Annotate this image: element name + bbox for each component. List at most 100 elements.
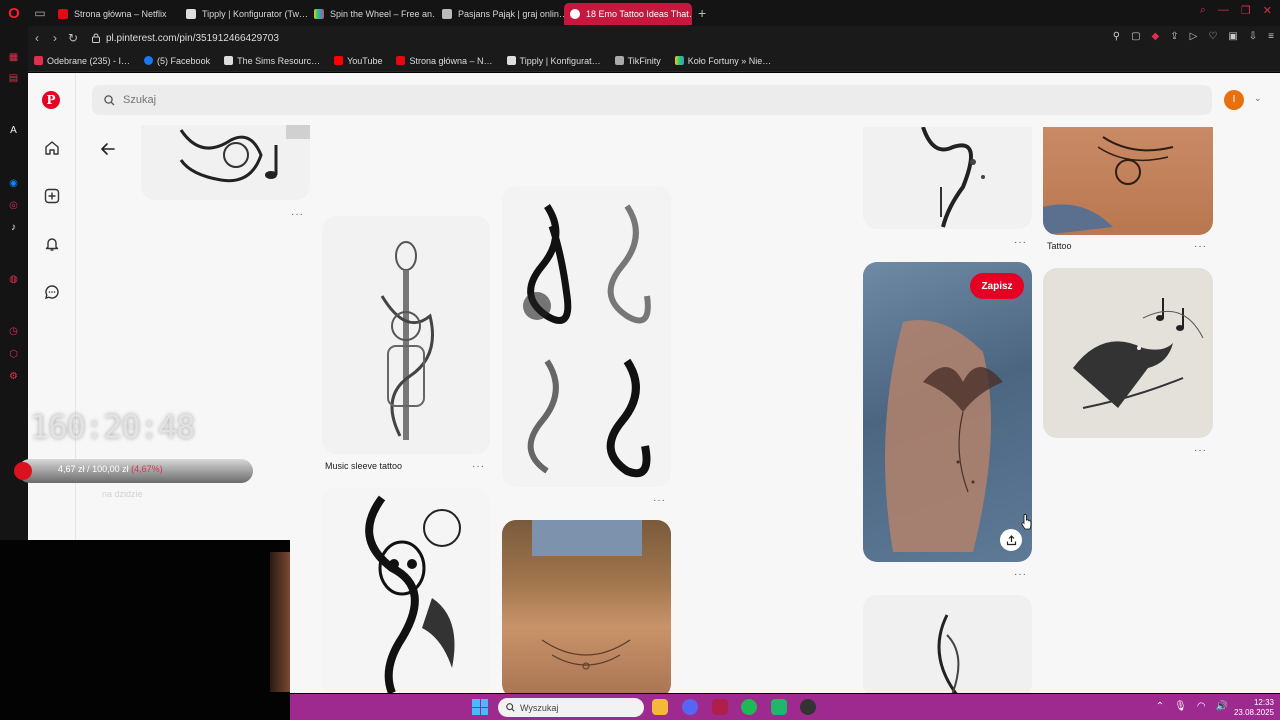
- minimize-icon[interactable]: —: [1218, 4, 1229, 17]
- donation-separator: /: [87, 464, 90, 474]
- android-app-icon[interactable]: [771, 699, 787, 715]
- pin-music-sleeve-tattoo[interactable]: [322, 216, 490, 454]
- taskbar-clock[interactable]: 12:33 23.08.2025: [1234, 698, 1274, 718]
- pin-image: [532, 520, 642, 670]
- reload-icon[interactable]: ↻: [64, 31, 82, 45]
- pocket-icon[interactable]: ◆: [1152, 31, 1160, 42]
- bookmark-item[interactable]: Tipply | Konfigurat…: [506, 55, 601, 66]
- extensions-icon[interactable]: ▣: [1228, 31, 1237, 42]
- extensions-sidebar-icon[interactable]: ⬡: [7, 348, 20, 361]
- pin-treble-clef-set[interactable]: [502, 186, 671, 487]
- bookmark-item[interactable]: (5) Facebook: [144, 56, 210, 66]
- tab-pasjans[interactable]: Pasjans Pająk | graj onlin…: [436, 3, 564, 25]
- heart-icon[interactable]: ♡: [1208, 31, 1217, 42]
- bookmark-label: The Sims Resourc…: [237, 55, 321, 66]
- pin-music-arm-tattoo[interactable]: [1043, 127, 1213, 235]
- messages-icon[interactable]: [42, 282, 62, 302]
- tab-label: Spin the Wheel – Free an…: [330, 9, 436, 19]
- mouse-cursor-icon: [1021, 513, 1032, 530]
- pin-ankle-chain-tattoo[interactable]: [502, 520, 671, 693]
- bookmark-item[interactable]: Strona główna – N…: [396, 56, 493, 66]
- save-button[interactable]: Zapisz: [970, 273, 1024, 299]
- search-icon: [104, 94, 115, 105]
- more-options-icon[interactable]: ···: [291, 209, 304, 220]
- notifications-bell-icon[interactable]: [42, 234, 62, 254]
- pinterest-logo-icon[interactable]: P: [42, 91, 60, 109]
- new-tab-button[interactable]: +: [698, 5, 706, 21]
- more-options-icon[interactable]: ···: [472, 461, 485, 472]
- tab-manager-icon[interactable]: ▭: [28, 6, 52, 20]
- donation-goal: 100,00 zł: [92, 464, 129, 474]
- speed-dial-icon[interactable]: ▦: [7, 51, 20, 64]
- tab-pinterest-active[interactable]: 18 Emo Tattoo Ideas That…: [564, 3, 692, 25]
- pin-phoenix-wrist-tattoo[interactable]: [863, 262, 1032, 562]
- windows-start-icon[interactable]: [472, 699, 488, 715]
- pin-skull-treble-tattoo[interactable]: [322, 488, 490, 693]
- bookmark-label: Tipply | Konfigurat…: [519, 55, 601, 66]
- maximize-icon[interactable]: ❐: [1241, 4, 1251, 17]
- wheel-favicon-icon: [674, 56, 684, 65]
- instagram-icon[interactable]: ◎: [7, 199, 20, 212]
- pin-feather-tattoo[interactable]: [863, 595, 1032, 693]
- opera-taskbar-icon[interactable]: [712, 699, 728, 715]
- tab-tipply[interactable]: Tipply | Konfigurator (Tw…: [180, 3, 308, 25]
- more-options-icon[interactable]: ···: [1014, 237, 1027, 248]
- search-input[interactable]: [123, 94, 523, 106]
- window-controls: ⌕ — ❐ ✕: [1200, 4, 1272, 17]
- file-explorer-icon[interactable]: [652, 699, 668, 715]
- play-icon[interactable]: ▷: [1190, 31, 1198, 42]
- close-icon[interactable]: ✕: [1263, 4, 1272, 17]
- share-icon[interactable]: ⇪: [1170, 31, 1178, 42]
- download-icon[interactable]: ⇩: [1249, 31, 1257, 42]
- url-field[interactable]: pl.pinterest.com/pin/351912466429703: [92, 33, 279, 44]
- aria-icon[interactable]: A: [7, 124, 20, 137]
- settings-icon[interactable]: ⚙: [7, 370, 20, 383]
- forward-icon[interactable]: ›: [46, 31, 64, 45]
- pin-image: [1073, 298, 1204, 409]
- pin-treble-drip-tattoo[interactable]: [863, 127, 1032, 229]
- obs-icon[interactable]: [800, 699, 816, 715]
- back-icon[interactable]: ‹: [28, 31, 46, 45]
- tab-spin-wheel[interactable]: Spin the Wheel – Free an…: [308, 3, 436, 25]
- player-icon[interactable]: ◍: [7, 273, 20, 286]
- pin-title[interactable]: Music sleeve tattoo: [325, 461, 402, 471]
- history-icon[interactable]: ◷: [7, 325, 20, 338]
- chevron-up-icon[interactable]: ⌃: [1156, 701, 1164, 712]
- tiktok-icon[interactable]: ♪: [7, 221, 20, 234]
- more-options-icon[interactable]: ···: [653, 495, 666, 506]
- more-options-icon[interactable]: ···: [1014, 569, 1027, 580]
- volume-icon[interactable]: 🔊: [1216, 701, 1228, 712]
- pin-title[interactable]: Tattoo: [1047, 241, 1072, 251]
- menu-icon[interactable]: ≡: [1268, 31, 1274, 42]
- news-icon[interactable]: ▤: [7, 72, 20, 85]
- search-bar[interactable]: [92, 85, 1212, 115]
- tipply-favicon-icon: [186, 9, 196, 19]
- avatar[interactable]: I: [1224, 90, 1244, 110]
- bookmark-item[interactable]: Odebrane (235) - I…: [34, 56, 130, 66]
- chevron-down-icon[interactable]: ⌄: [1254, 93, 1262, 104]
- snapshot-icon[interactable]: ▢: [1131, 31, 1140, 42]
- bookmark-item[interactable]: YouTube: [334, 56, 382, 66]
- spotify-icon[interactable]: [741, 699, 757, 715]
- wifi-icon[interactable]: ◠: [1197, 701, 1206, 712]
- taskbar-search[interactable]: Wyszukaj: [498, 698, 644, 717]
- bookmark-item[interactable]: The Sims Resourc…: [224, 56, 320, 66]
- bookmark-item[interactable]: TikFinity: [614, 56, 661, 66]
- create-icon[interactable]: [42, 186, 62, 206]
- share-button[interactable]: [1000, 529, 1022, 551]
- more-options-icon[interactable]: ···: [1194, 445, 1207, 456]
- messenger-icon[interactable]: ◉: [7, 177, 20, 190]
- home-icon[interactable]: [42, 138, 62, 158]
- bookmark-item[interactable]: Koło Fortuny » Nie…: [674, 56, 771, 66]
- back-arrow-icon[interactable]: [98, 139, 118, 159]
- microphone-icon[interactable]: 🎙: [1174, 701, 1187, 712]
- more-options-icon[interactable]: ···: [1194, 241, 1207, 252]
- search-tabs-icon[interactable]: ⌕: [1200, 4, 1206, 17]
- pin-bird-notes-tattoo[interactable]: [1043, 268, 1213, 438]
- pin-icon[interactable]: ⚲: [1113, 31, 1120, 42]
- discord-icon[interactable]: [682, 699, 698, 715]
- pin-music-rose-tattoo[interactable]: [141, 125, 310, 200]
- donation-percent: (4,67%): [131, 464, 163, 474]
- opera-logo-icon[interactable]: O: [0, 0, 28, 26]
- tab-netflix[interactable]: Strona główna – Netflix: [52, 3, 180, 25]
